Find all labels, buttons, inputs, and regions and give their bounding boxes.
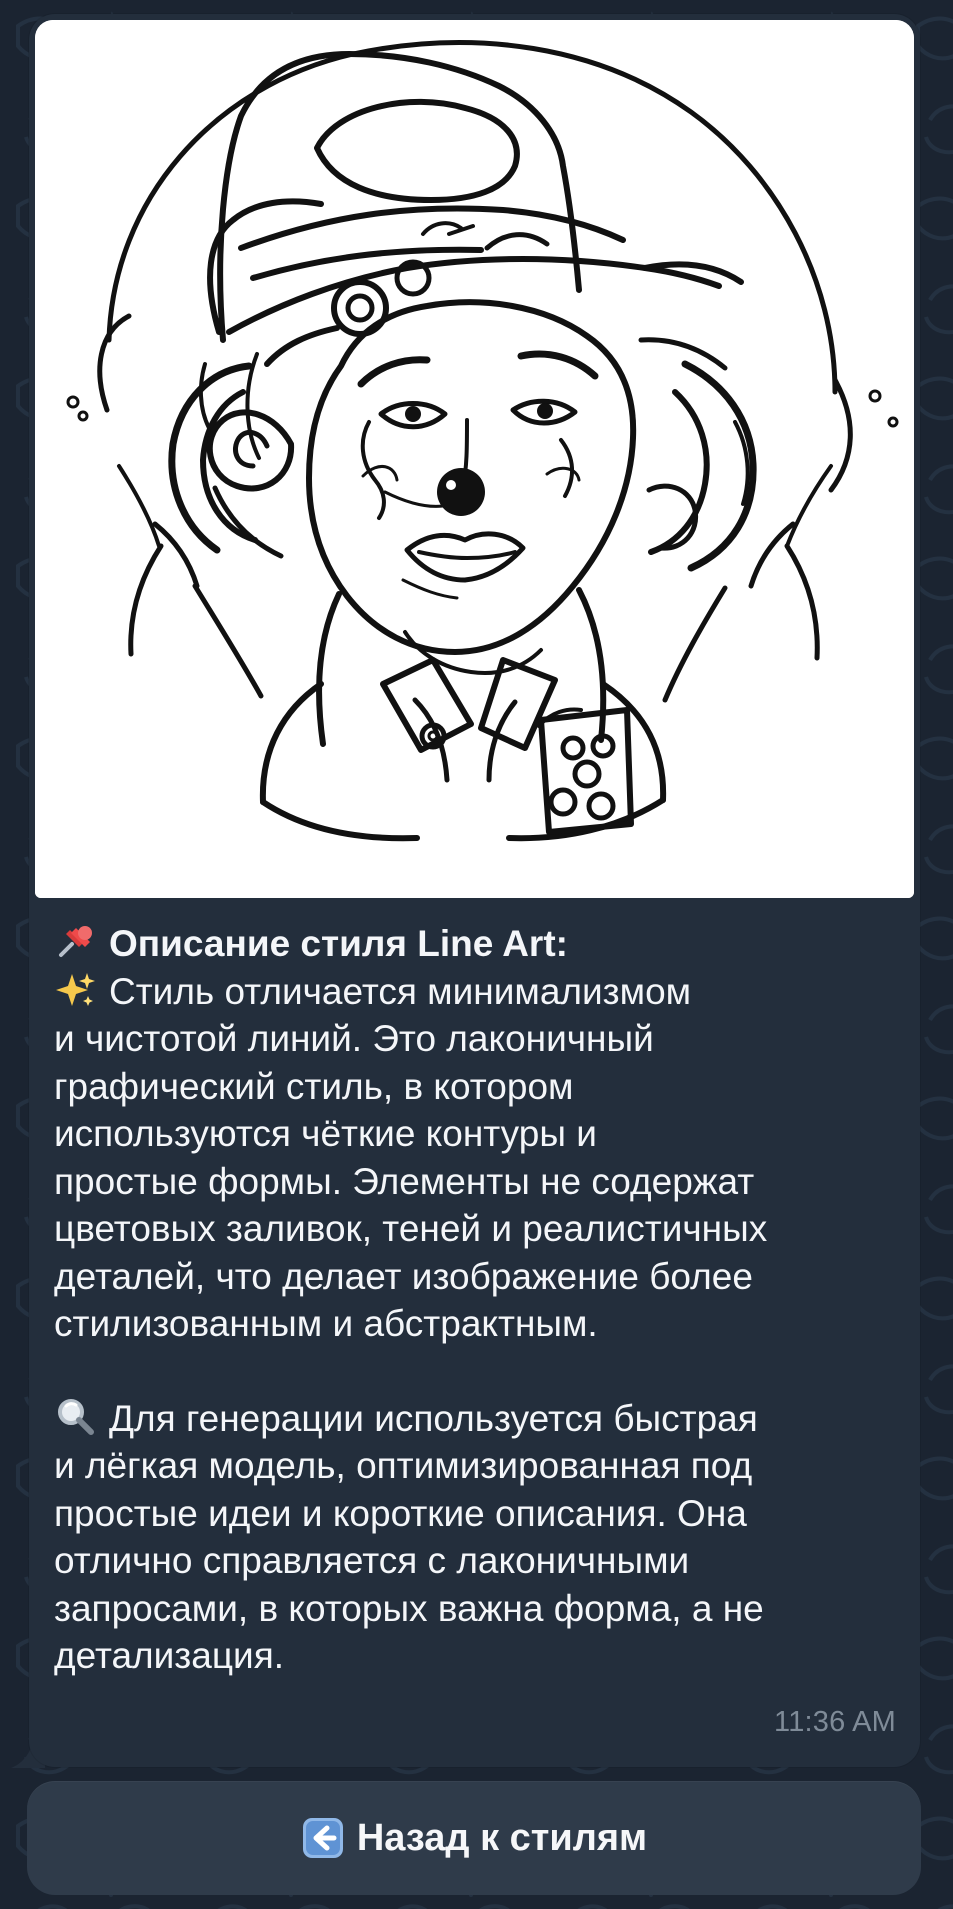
paragraph-2-line-4: отлично справляется с лаконичными (54, 1540, 690, 1581)
message-time: 11:36 AM (774, 1706, 896, 1738)
left-arrow-icon (301, 1816, 345, 1860)
paragraph-2-line-1-text: Для генерации используется быстрая (109, 1397, 758, 1439)
paragraph-2-line-3: простые идеи и короткие описания. Она (54, 1492, 747, 1534)
paragraph-1-line-1-text: Стиль отличается минимализмом (109, 970, 692, 1012)
back-to-styles-button[interactable]: Назад к стилям (27, 1781, 921, 1895)
paragraph-1-line-4: используются чёткие контуры и (54, 1113, 597, 1154)
message-title-text: Описание стиля Line Art: (109, 923, 568, 964)
paragraph-1-line-6: цветовых заливок, теней и реалистичных (54, 1208, 768, 1249)
magnifier-icon (54, 1395, 98, 1439)
message-paragraph-style: Стиль отличается минимализмом и чистотой… (54, 968, 899, 1348)
paragraph-1-line-7: деталей, что делает изображение более (54, 1255, 753, 1297)
back-to-styles-label: Назад к стилям (356, 1816, 648, 1859)
message-text: Описание стиля Line Art: Стиль отличаетс… (54, 920, 899, 1680)
message-title: Описание стиля Line Art: (54, 920, 899, 968)
paragraph-2-line-2: и лёгкая модель, оптимизированная под (54, 1445, 753, 1486)
paragraph-1-line-8: стилизованным и абстрактным. (54, 1303, 598, 1344)
paragraph-1-line-3: графический стиль, в котором (54, 1065, 574, 1107)
paragraph-2-line-5: запросами, в которых важна форма, а не (54, 1587, 764, 1629)
message-paragraph-model: Для генерации используется быстрая и лёг… (54, 1395, 899, 1680)
line-art-illustration (35, 20, 914, 898)
message-bubble: Описание стиля Line Art: Стиль отличаетс… (29, 14, 920, 1767)
paragraph-1-line-5: простые формы. Элементы не содержат (54, 1160, 755, 1202)
paragraph-1-line-1: Стиль отличается минимализмом (54, 968, 899, 1016)
paragraph-2-line-1: Для генерации используется быстрая (54, 1395, 899, 1443)
paragraph-1-line-2: и чистотой линий. Это лаконичный (54, 1018, 654, 1059)
pin-icon (54, 920, 98, 964)
paragraph-2-line-6: детализация. (54, 1635, 285, 1676)
message-image[interactable] (35, 20, 914, 898)
back-to-styles-button-content: Назад к стилям (301, 1816, 647, 1860)
sparkles-icon (54, 968, 98, 1012)
